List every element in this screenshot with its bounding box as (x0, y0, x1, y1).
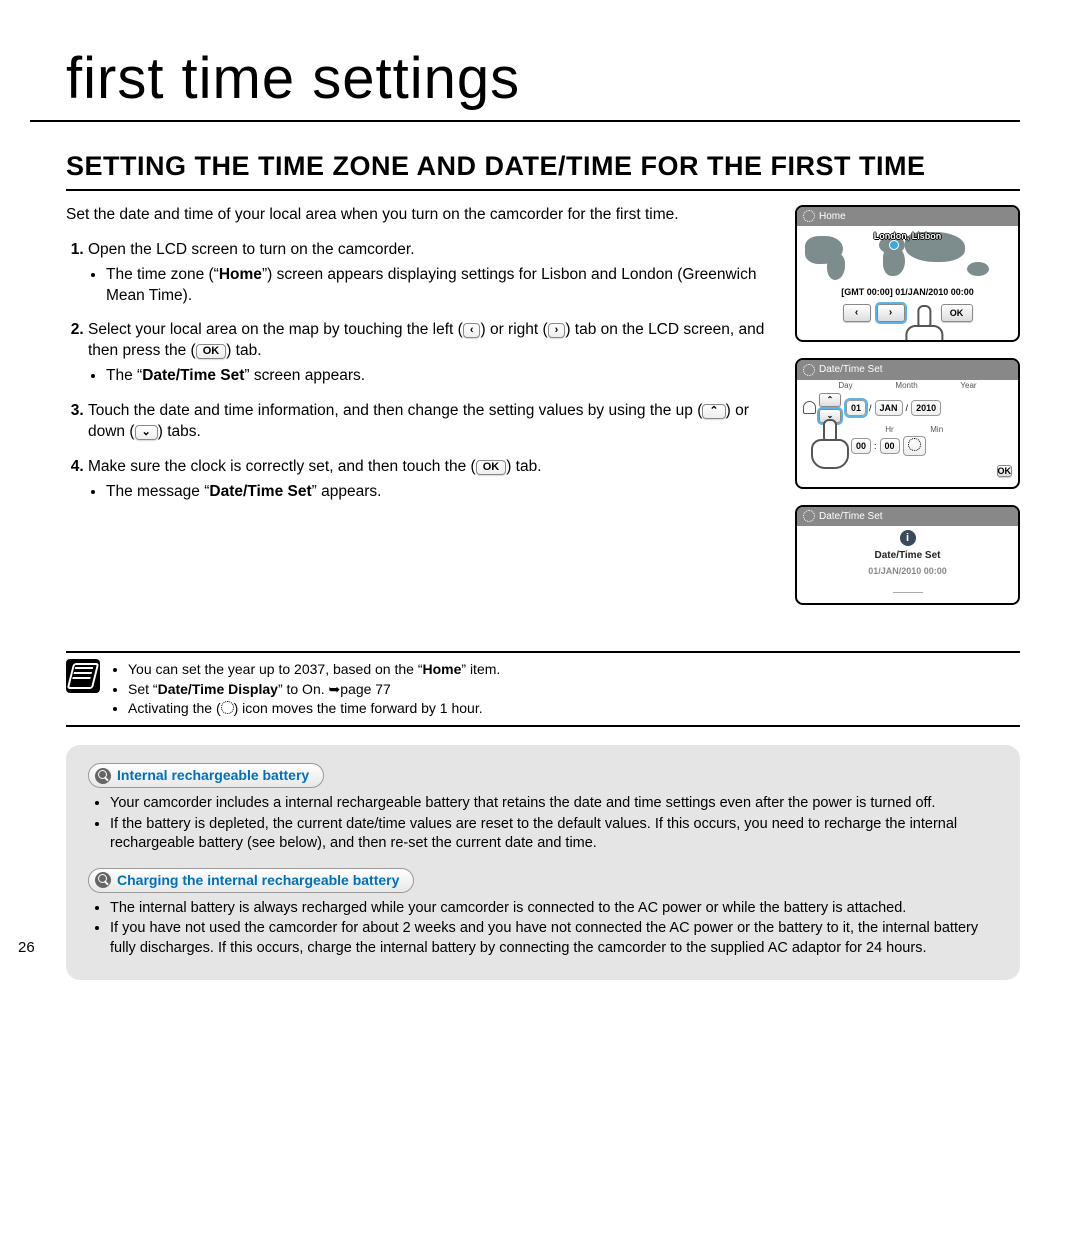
down-arrow-icon: ⌄ (135, 425, 158, 440)
note-2: Set “Date/Time Display” to On. ➥page 77 (128, 680, 500, 699)
step-4: Make sure the clock is correctly set, an… (88, 457, 775, 503)
magnifier-icon (95, 768, 111, 784)
ok-button-icon: OK (476, 460, 507, 475)
up-arrow-icon: ⌃ (702, 404, 725, 419)
city-label: London, Lisbon (874, 230, 941, 242)
lcd-ok-button[interactable]: OK (997, 465, 1013, 477)
home-icon (803, 401, 816, 414)
magnifier-icon (95, 872, 111, 888)
lcd-confirm-screen: Date/Time Set i Date/Time Set 01/JAN/201… (795, 505, 1020, 605)
dst-toggle[interactable] (903, 436, 926, 455)
gear-icon (803, 364, 815, 376)
world-map: London, Lisbon (797, 226, 1018, 284)
lcd-illustrations: Home London, Lisbon [GMT 00:00] 01/JAN/2… (795, 205, 1020, 621)
section-heading: SETTING THE TIME ZONE AND DATE/TIME FOR … (66, 148, 1020, 190)
finger-icon (901, 305, 945, 342)
note-3: Activating the () icon moves the time fo… (128, 699, 500, 718)
step-1: Open the LCD screen to turn on the camco… (88, 240, 775, 307)
ok-button-icon: OK (196, 344, 227, 359)
day-field[interactable]: 01 (846, 400, 866, 416)
finger-icon (807, 419, 851, 469)
lcd-ok-button[interactable]: OK (941, 304, 973, 322)
grey-bullet-3: The internal battery is always recharged… (110, 899, 998, 919)
grey-bullet-1: Your camcorder includes a internal recha… (110, 794, 998, 814)
info-icon: i (900, 530, 916, 546)
confirm-datetime: 01/JAN/2010 00:00 (797, 564, 1018, 578)
step-2: Select your local area on the map by tou… (88, 320, 775, 387)
confirm-title: Date/Time Set (797, 548, 1018, 564)
gear-icon (803, 210, 815, 222)
step-4-note: The message “Date/Time Set” appears. (106, 482, 775, 503)
lcd-left-button[interactable]: ‹ (843, 304, 871, 322)
gmt-line: [GMT 00:00] 01/JAN/2010 00:00 (797, 284, 1018, 300)
grey-bullet-4: If you have not used the camcorder for a… (110, 919, 998, 958)
right-arrow-icon: › (548, 323, 566, 338)
note-1: You can set the year up to 2037, based o… (128, 660, 500, 679)
grey-bullet-2: If the battery is depleted, the current … (110, 815, 998, 854)
note-icon (66, 659, 100, 693)
step-3: Touch the date and time information, and… (88, 401, 775, 443)
lcd-home-screen: Home London, Lisbon [GMT 00:00] 01/JAN/2… (795, 205, 1020, 343)
page-number: 26 (18, 938, 35, 958)
page-title: first time settings (30, 40, 1020, 122)
lcd-up-button[interactable]: ⌃ (819, 393, 841, 407)
dst-icon (221, 701, 234, 714)
hour-field[interactable]: 00 (851, 438, 871, 454)
minute-field[interactable]: 00 (880, 438, 900, 454)
note-block: You can set the year up to 2037, based o… (66, 651, 1020, 728)
step-1-note: The time zone (“Home”) screen appears di… (106, 265, 775, 307)
grey-info-panel: Internal rechargeable battery Your camco… (66, 745, 1020, 979)
instructions-column: Set the date and time of your local area… (66, 205, 775, 621)
year-field[interactable]: 2010 (911, 400, 941, 416)
step-2-note: The “Date/Time Set” screen appears. (106, 366, 775, 387)
left-arrow-icon: ‹ (463, 323, 481, 338)
lcd-datetime-screen: Date/Time Set DayMonthYear ⌃ ⌄ 01/ JAN/ … (795, 358, 1020, 488)
month-field[interactable]: JAN (875, 400, 903, 416)
chip-charging-battery: Charging the internal rechargeable batte… (88, 868, 414, 893)
chip-internal-battery: Internal rechargeable battery (88, 763, 324, 788)
gear-icon (803, 510, 815, 522)
intro-text: Set the date and time of your local area… (66, 205, 775, 226)
